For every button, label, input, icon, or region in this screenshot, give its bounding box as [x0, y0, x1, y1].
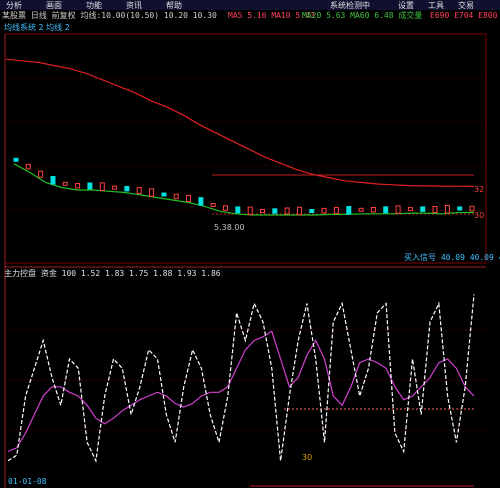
menu-right-3[interactable]: 交易 [458, 0, 474, 10]
menu-right-1[interactable]: 设置 [398, 0, 414, 10]
candle [136, 187, 142, 195]
main-ma-lines [5, 58, 475, 216]
candlesticks [13, 157, 475, 216]
ma-red-line [5, 58, 475, 187]
candle [284, 207, 290, 215]
oscillator-white-line [7, 294, 475, 463]
candle [210, 203, 216, 207]
menu-item-2[interactable]: 画面 [46, 1, 62, 10]
menu-item-4[interactable]: 资讯 [126, 0, 142, 10]
main-status: 买入信号 40.09 40.09 41.47 [404, 252, 500, 262]
menu-item-5[interactable]: 帮助 [166, 0, 182, 10]
menu-center-text: 系统检测中 [330, 0, 370, 10]
candle [149, 188, 155, 197]
candle [235, 206, 241, 214]
info-far-right: E690 E704 E800 [430, 11, 498, 20]
candle [87, 182, 93, 190]
candle [50, 176, 56, 185]
main-legend: 均线系统 2 均线 2 [4, 22, 70, 32]
candle [309, 209, 315, 213]
menu-bar [0, 0, 500, 10]
candle [321, 207, 327, 214]
candle [38, 170, 44, 178]
candle [75, 183, 81, 189]
ind-bottom-left-label: 01-01-08 [8, 477, 47, 486]
candle [124, 185, 130, 192]
candle [407, 207, 413, 212]
candle [161, 192, 167, 197]
candle [383, 206, 389, 214]
candle [62, 181, 68, 186]
oscillator-lines [7, 294, 475, 463]
candle [260, 209, 265, 213]
price-high-label: 32 [474, 185, 484, 194]
menu-item-3[interactable]: 功能 [86, 0, 102, 10]
candle [13, 157, 19, 162]
candle [457, 206, 463, 211]
candle [395, 205, 401, 214]
candle [420, 206, 426, 212]
oscillator-magenta-line [7, 330, 475, 453]
main-panel [4, 33, 487, 264]
candle [112, 185, 118, 190]
info-left-text: 某股票 日线 前复权 均线:10.00(10.50) 10.20 10.30 [2, 10, 217, 20]
candle [186, 194, 191, 202]
candle [99, 182, 105, 191]
min-price-label: 5.38.00 [214, 223, 245, 232]
menu-right-2[interactable]: 工具 [428, 1, 444, 10]
menu-item-1[interactable]: 分析 [6, 0, 22, 10]
indicator-header: 主力控盘 资金 100 1.52 1.83 1.75 1.88 1.93 1.8… [4, 268, 221, 278]
candle [444, 205, 450, 214]
stock-chart-window: 分析 画面 功能 资讯 帮助 系统检测中 设置 工具 交易 某股票 日线 前复权… [0, 0, 500, 488]
ind-low-label: 30 [302, 453, 312, 462]
price-low-label: 30 [474, 211, 484, 220]
candle [247, 206, 253, 216]
candle [173, 193, 179, 200]
candle [25, 163, 31, 170]
candle [346, 206, 352, 215]
info-right-text: MA20 5.63 MA60 6.48 成交量 [302, 10, 422, 20]
candle [198, 197, 204, 206]
ma-green-line [13, 163, 474, 216]
candle [272, 208, 278, 214]
